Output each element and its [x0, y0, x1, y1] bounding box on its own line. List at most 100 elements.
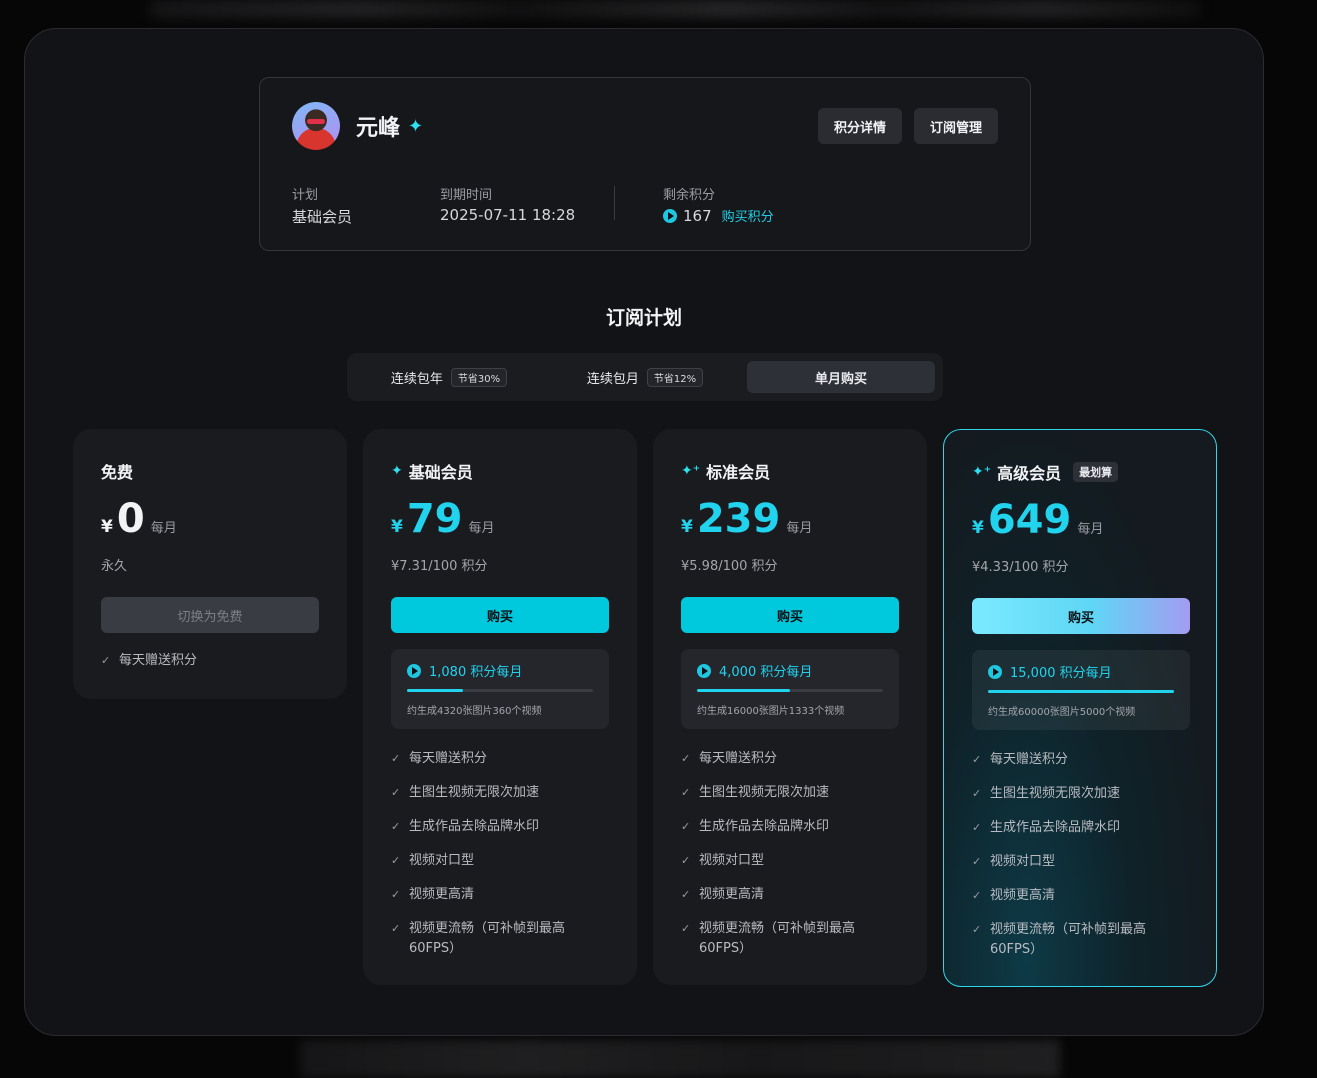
- feature-item: ✓ 生图生视频无限次加速: [972, 784, 1172, 804]
- plan-card-free: 免费 ¥ 0 每月 永久 切换为免费 ✓ 每天赠送积分: [73, 429, 347, 699]
- feature-item: ✓ 每天赠送积分: [972, 750, 1172, 770]
- switch-to-free-button[interactable]: 切换为免费: [101, 597, 319, 633]
- check-icon: ✓: [972, 787, 982, 800]
- username-row: 元峰 ✦: [356, 110, 423, 142]
- check-icon: ✓: [391, 786, 401, 799]
- billing-tabs: 连续包年 节省30% 连续包月 节省12% 单月购买: [347, 353, 943, 401]
- price: 0: [116, 496, 145, 542]
- currency-symbol: ¥: [101, 517, 113, 537]
- check-icon: ✓: [681, 786, 691, 799]
- sparkles-icon: ✦⁺: [972, 464, 992, 480]
- credits-title: 4,000 积分每月: [697, 661, 812, 680]
- credits-progress-fill: [988, 690, 1174, 693]
- check-icon: ✓: [972, 821, 982, 834]
- tab-label: 连续包年: [390, 371, 443, 387]
- feature-list: ✓ 每天赠送积分 ✓ 生图生视频无限次加速 ✓ 生成作品去除品牌水印 ✓ 视频对口型 ✓…: [391, 749, 591, 973]
- price-period: 每月: [1077, 522, 1104, 537]
- credits-description: 约生成60000张图片5000个视频: [988, 707, 1136, 718]
- check-icon: ✓: [972, 753, 982, 766]
- credits-box: 15,000 积分每月 约生成60000张图片5000个视频: [972, 650, 1190, 730]
- tab-yearly[interactable]: 连续包年 节省30%: [355, 361, 543, 393]
- price-per-points: ¥5.98/100 积分: [681, 559, 778, 574]
- plan-label: 计划: [292, 188, 319, 203]
- currency-symbol: ¥: [681, 517, 693, 537]
- credits-description: 约生成4320张图片360个视频: [407, 706, 542, 717]
- background-blur-top: [150, 0, 1200, 18]
- feature-item: ✓ 生图生视频无限次加速: [681, 783, 881, 803]
- plan-card-standard: ✦⁺ 标准会员 ¥ 239 每月 ¥5.98/100 积分 购买 4,000 积…: [653, 429, 927, 985]
- feature-text: 视频更高清: [699, 887, 765, 902]
- plan-name: ✦ 基础会员: [391, 459, 473, 483]
- check-icon: ✓: [972, 889, 982, 902]
- feature-item: ✓ 每天赠送积分: [391, 749, 591, 769]
- feature-text: 每天赠送积分: [409, 751, 488, 766]
- price-per-points: ¥7.31/100 积分: [391, 559, 488, 574]
- check-icon: ✓: [391, 820, 401, 833]
- discount-badge: 节省12%: [646, 367, 704, 387]
- plan-name: ✦⁺ 标准会员: [681, 459, 770, 483]
- feature-text: 每天赠送积分: [119, 653, 198, 668]
- feature-list: ✓ 每天赠送积分 ✓ 生图生视频无限次加速 ✓ 生成作品去除品牌水印 ✓ 视频对口型 ✓…: [972, 750, 1172, 974]
- sparkle-icon: ✦: [408, 115, 424, 137]
- price-row: ¥ 79 每月: [391, 499, 495, 539]
- tab-monthly[interactable]: 连续包月 节省12%: [551, 361, 739, 393]
- buy-button[interactable]: 购买: [391, 597, 609, 633]
- background-blur-bottom: [300, 1040, 1060, 1078]
- credits-amount: 1,080 积分每月: [429, 665, 523, 680]
- plan-card-premium: ✦⁺ 高级会员 最划算 ¥ 649 每月 ¥4.33/100 积分 购买 15,…: [943, 429, 1217, 987]
- feature-item: ✓ 生成作品去除品牌水印: [681, 817, 881, 837]
- points-coin-icon: [697, 663, 711, 678]
- points-details-button[interactable]: 积分详情: [818, 108, 902, 144]
- buy-button[interactable]: 购买: [972, 598, 1190, 634]
- price-period: 每月: [150, 521, 177, 536]
- plan-name-text: 标准会员: [706, 463, 771, 482]
- price: 79: [406, 496, 463, 542]
- feature-item: ✓ 生成作品去除品牌水印: [391, 817, 591, 837]
- feature-item: ✓ 视频对口型: [391, 851, 591, 871]
- feature-text: 视频对口型: [990, 854, 1056, 869]
- tab-single-month[interactable]: 单月购买: [747, 361, 935, 393]
- plan-name-text: 基础会员: [408, 463, 473, 482]
- feature-text: 生图生视频无限次加速: [409, 785, 540, 800]
- check-icon: ✓: [391, 922, 401, 935]
- plan-value: 基础会员: [292, 208, 353, 226]
- check-icon: ✓: [391, 752, 401, 765]
- feature-item: ✓ 每天赠送积分: [681, 749, 881, 769]
- credits-title: 1,080 积分每月: [407, 661, 522, 680]
- currency-symbol: ¥: [972, 518, 984, 538]
- feature-text: 视频更流畅（可补帧到最高60FPS）: [699, 921, 856, 956]
- expiry-label: 到期时间: [440, 188, 493, 203]
- feature-text: 生成作品去除品牌水印: [409, 819, 540, 834]
- feature-text: 视频对口型: [699, 853, 765, 868]
- feature-text: 生成作品去除品牌水印: [990, 820, 1121, 835]
- credits-title: 15,000 积分每月: [988, 662, 1112, 681]
- feature-item: ✓ 视频更流畅（可补帧到最高60FPS）: [681, 919, 881, 959]
- buy-button[interactable]: 购买: [681, 597, 899, 633]
- points-coin-icon: [663, 208, 677, 223]
- feature-text: 视频更高清: [409, 887, 475, 902]
- feature-item: ✓ 视频更流畅（可补帧到最高60FPS）: [972, 920, 1172, 960]
- check-icon: ✓: [681, 752, 691, 765]
- feature-item: ✓ 视频更高清: [391, 885, 591, 905]
- credits-box: 1,080 积分每月 约生成4320张图片360个视频: [391, 649, 609, 729]
- username: 元峰: [356, 116, 401, 141]
- feature-text: 视频更流畅（可补帧到最高60FPS）: [990, 922, 1147, 957]
- check-icon: ✓: [391, 854, 401, 867]
- feature-item: ✓ 视频更高清: [972, 886, 1172, 906]
- subscription-modal: 元峰 ✦ 积分详情 订阅管理 计划 基础会员 到期时间 2025-07-11 1…: [24, 28, 1264, 1036]
- check-icon: ✓: [972, 923, 982, 936]
- credits-amount: 4,000 积分每月: [719, 665, 813, 680]
- buy-points-link[interactable]: 购买积分: [722, 206, 774, 225]
- sparkles-icon: ✦⁺: [681, 463, 701, 479]
- check-icon: ✓: [681, 888, 691, 901]
- subscription-manage-button[interactable]: 订阅管理: [914, 108, 998, 144]
- profile-card: 元峰 ✦ 积分详情 订阅管理 计划 基础会员 到期时间 2025-07-11 1…: [259, 77, 1031, 251]
- discount-badge: 节省30%: [450, 367, 508, 387]
- avatar[interactable]: [292, 102, 340, 150]
- credits-progress-track: [407, 689, 593, 692]
- check-icon: ✓: [391, 888, 401, 901]
- remaining-points-value: 167: [683, 206, 712, 225]
- price-period: 每月: [468, 521, 495, 536]
- tab-label: 连续包月: [586, 371, 639, 387]
- price: 649: [987, 497, 1072, 543]
